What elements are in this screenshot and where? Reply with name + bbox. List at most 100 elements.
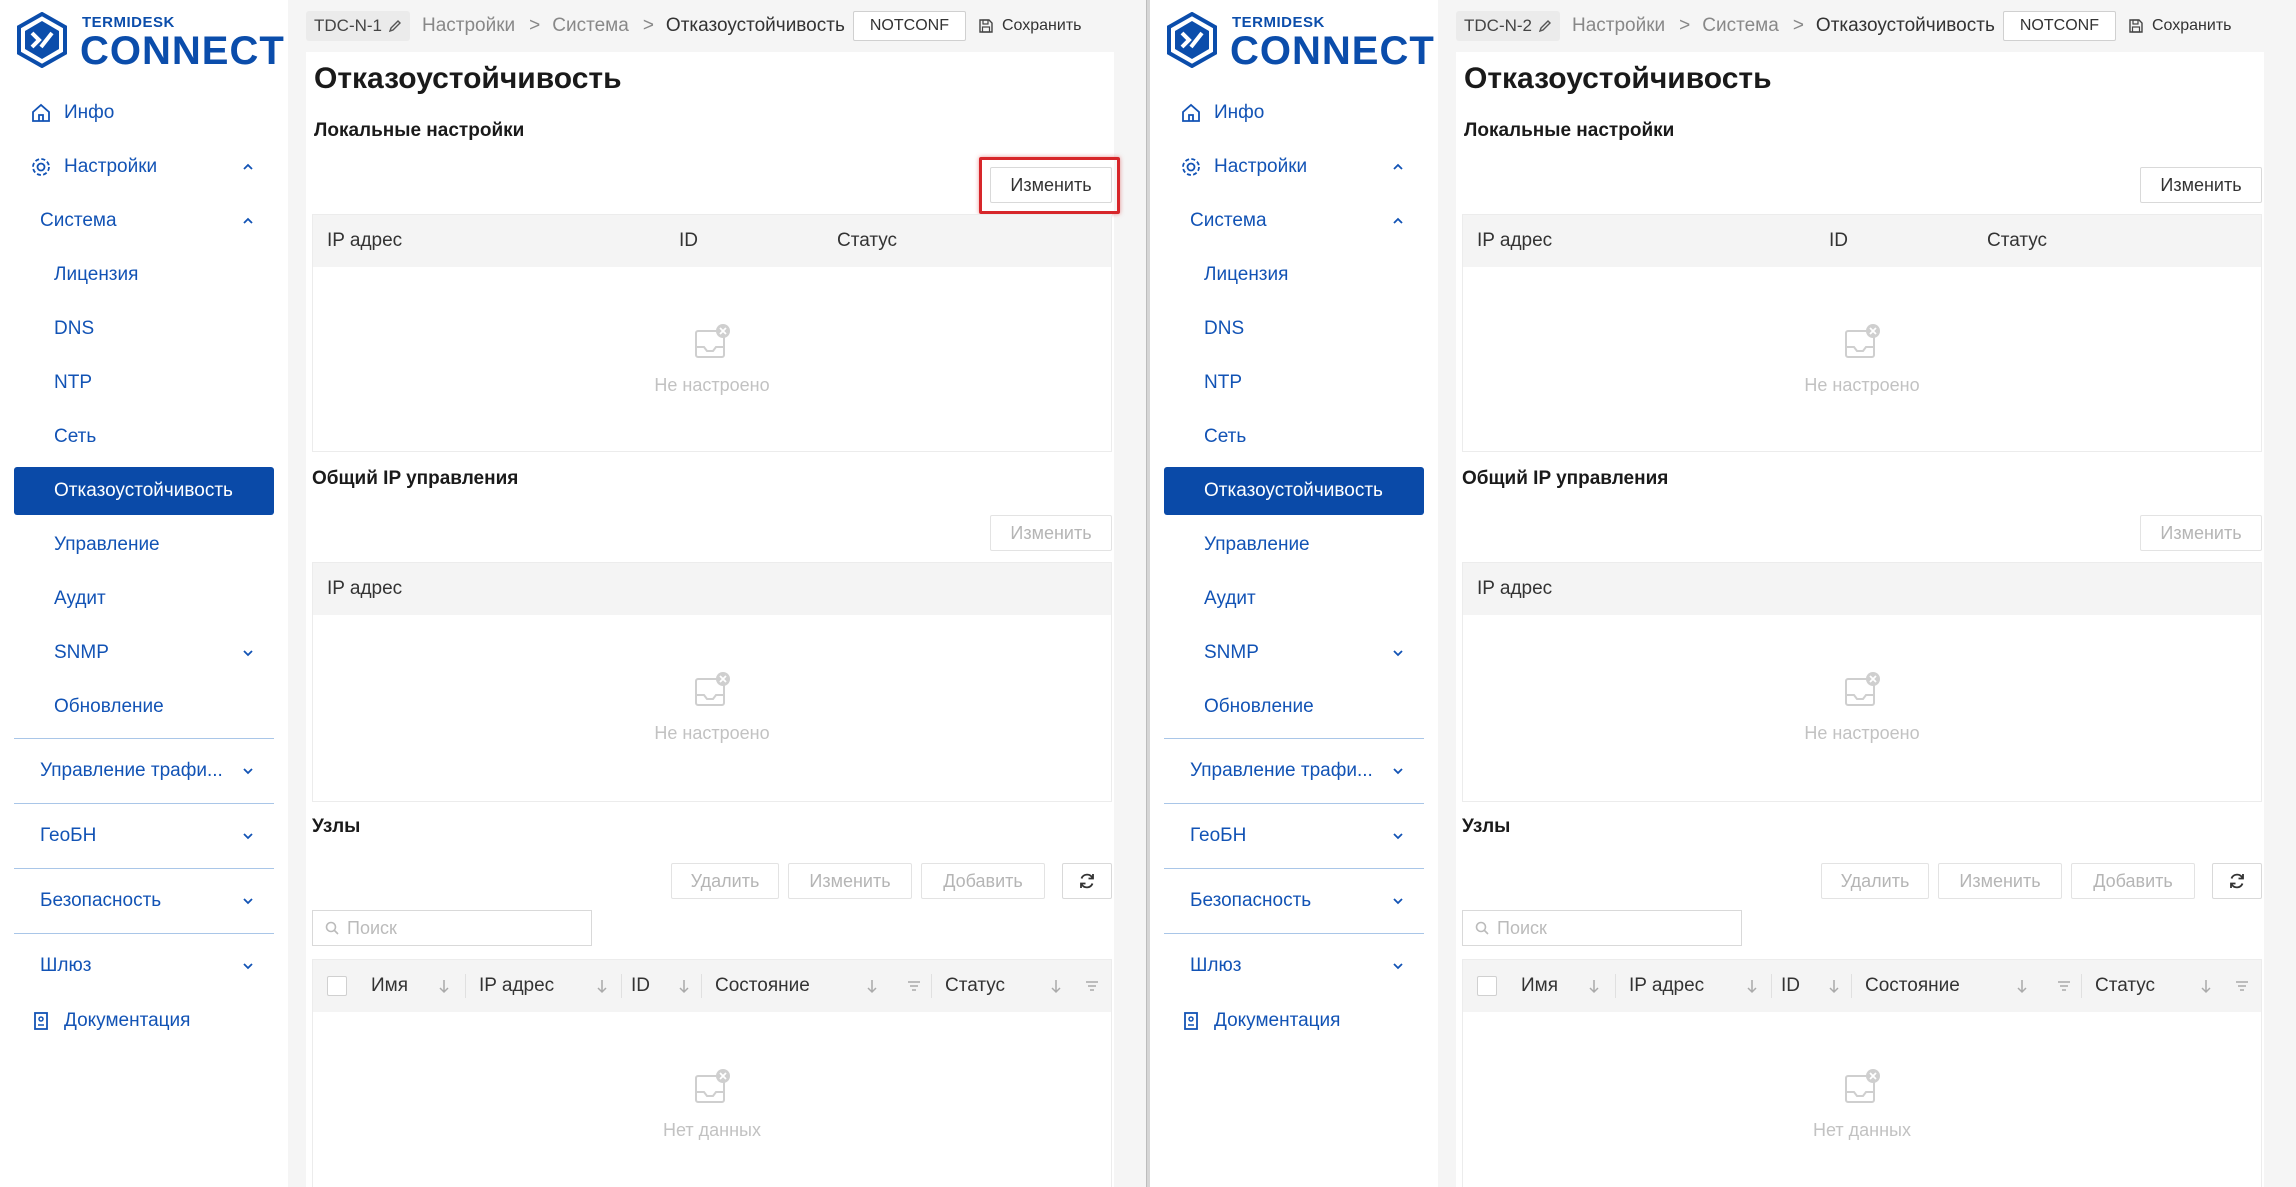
sidebar-item-audit[interactable]: Аудит bbox=[1164, 572, 1424, 626]
sort-icon[interactable] bbox=[1049, 978, 1063, 994]
breadcrumb-system[interactable]: Система bbox=[552, 15, 629, 37]
column-header-status[interactable]: Статус bbox=[945, 975, 1005, 997]
sidebar-item-ntp[interactable]: NTP bbox=[14, 356, 274, 410]
sidebar-item-label: Отказоустойчивость bbox=[54, 480, 233, 501]
sidebar-item-failover[interactable]: Отказоустойчивость bbox=[14, 467, 274, 515]
sidebar-item-system[interactable]: Система bbox=[14, 194, 274, 248]
column-divider bbox=[2081, 974, 2082, 998]
sidebar-item-license[interactable]: Лицензия bbox=[14, 248, 274, 302]
nodes-delete-button[interactable]: Удалить bbox=[671, 863, 779, 899]
search-input[interactable]: Поиск bbox=[312, 910, 592, 946]
sidebar-item-failover[interactable]: Отказоустойчивость bbox=[1164, 467, 1424, 515]
nodes-edit-button[interactable]: Изменить bbox=[1938, 863, 2062, 899]
column-header-id[interactable]: ID bbox=[1781, 975, 1800, 997]
search-input[interactable]: Поиск bbox=[1462, 910, 1742, 946]
pencil-icon[interactable] bbox=[1538, 19, 1552, 33]
sidebar-item-traffic[interactable]: Управление трафи... bbox=[1164, 743, 1424, 799]
column-header-id[interactable]: ID bbox=[631, 975, 650, 997]
select-all-checkbox[interactable] bbox=[1477, 976, 1497, 996]
column-header-state[interactable]: Состояние bbox=[1865, 975, 1960, 997]
section-title-local: Локальные настройки bbox=[1464, 120, 1675, 141]
shared-ip-edit-button[interactable]: Изменить bbox=[2140, 515, 2262, 551]
table-header: IP адрес bbox=[1463, 563, 2261, 615]
chevron-down-icon bbox=[1393, 963, 1403, 970]
node-name-tag[interactable]: TDC-N-2 bbox=[1456, 11, 1560, 41]
sort-icon[interactable] bbox=[595, 978, 609, 994]
status-badge: NOTCONF bbox=[2002, 11, 2116, 41]
local-edit-button[interactable]: Изменить bbox=[2140, 167, 2262, 203]
sort-icon[interactable] bbox=[677, 978, 691, 994]
sidebar-item-settings[interactable]: Настройки bbox=[1164, 140, 1424, 194]
sidebar-item-dns[interactable]: DNS bbox=[1164, 302, 1424, 356]
sidebar-item-docs[interactable]: Документация bbox=[1164, 994, 1424, 1048]
pencil-icon[interactable] bbox=[388, 19, 402, 33]
nodes-add-button[interactable]: Добавить bbox=[2071, 863, 2195, 899]
save-label: Сохранить bbox=[1001, 17, 1082, 34]
sidebar-item-system[interactable]: Система bbox=[1164, 194, 1424, 248]
sidebar-item-management[interactable]: Управление bbox=[14, 518, 274, 572]
sidebar-item-docs[interactable]: Документация bbox=[14, 994, 274, 1048]
column-header-name[interactable]: Имя bbox=[1521, 975, 1558, 997]
refresh-button[interactable] bbox=[2212, 863, 2262, 899]
nodes-edit-button[interactable]: Изменить bbox=[788, 863, 912, 899]
sidebar-item-settings[interactable]: Настройки bbox=[14, 140, 274, 194]
sidebar-item-label: Шлюз bbox=[40, 955, 92, 976]
breadcrumb-system[interactable]: Система bbox=[1702, 15, 1779, 37]
sidebar-nav: Инфо Настройки Система Лицензия DNS NTP … bbox=[1164, 86, 1424, 1048]
save-button[interactable]: Сохранить bbox=[2128, 17, 2231, 35]
sidebar-item-geobn[interactable]: ГеоБН bbox=[1164, 808, 1424, 864]
shared-ip-edit-button[interactable]: Изменить bbox=[990, 515, 1112, 551]
sidebar-item-label: Настройки bbox=[1214, 156, 1308, 177]
highlight-box bbox=[979, 157, 1120, 214]
save-button[interactable]: Сохранить bbox=[978, 17, 1082, 35]
nav-separator bbox=[1164, 933, 1424, 934]
breadcrumb-settings[interactable]: Настройки bbox=[1572, 15, 1665, 37]
sidebar-item-security[interactable]: Безопасность bbox=[14, 873, 274, 929]
column-header-ip[interactable]: IP адрес bbox=[1629, 975, 1704, 997]
sidebar-item-network[interactable]: Сеть bbox=[1164, 410, 1424, 464]
filter-icon[interactable] bbox=[907, 978, 921, 994]
sort-icon[interactable] bbox=[1827, 978, 1841, 994]
sidebar-item-gateway[interactable]: Шлюз bbox=[1164, 938, 1424, 994]
column-header-ip[interactable]: IP адрес bbox=[479, 975, 554, 997]
column-header-state[interactable]: Состояние bbox=[715, 975, 810, 997]
sidebar-item-management[interactable]: Управление bbox=[1164, 518, 1424, 572]
nodes-add-button[interactable]: Добавить bbox=[921, 863, 1045, 899]
sidebar-item-snmp[interactable]: SNMP bbox=[14, 626, 274, 680]
sidebar-item-update[interactable]: Обновление bbox=[14, 680, 274, 734]
refresh-button[interactable] bbox=[1062, 863, 1112, 899]
sidebar-item-dns[interactable]: DNS bbox=[14, 302, 274, 356]
sidebar-item-ntp[interactable]: NTP bbox=[1164, 356, 1424, 410]
chevron-down-icon bbox=[1393, 833, 1403, 840]
sidebar-item-update[interactable]: Обновление bbox=[1164, 680, 1424, 734]
sidebar-item-network[interactable]: Сеть bbox=[14, 410, 274, 464]
nodes-delete-button[interactable]: Удалить bbox=[1821, 863, 1929, 899]
sort-icon[interactable] bbox=[2015, 978, 2029, 994]
sort-icon[interactable] bbox=[1745, 978, 1759, 994]
sort-icon[interactable] bbox=[1587, 978, 1601, 994]
sort-icon[interactable] bbox=[2199, 978, 2213, 994]
refresh-icon bbox=[2230, 873, 2244, 889]
sidebar-item-snmp[interactable]: SNMP bbox=[1164, 626, 1424, 680]
column-header-status[interactable]: Статус bbox=[2095, 975, 2155, 997]
sidebar-item-info[interactable]: Инфо bbox=[1164, 86, 1424, 140]
sidebar-item-audit[interactable]: Аудит bbox=[14, 572, 274, 626]
sidebar-item-gateway[interactable]: Шлюз bbox=[14, 938, 274, 994]
sidebar-item-traffic[interactable]: Управление трафи... bbox=[14, 743, 274, 799]
sort-icon[interactable] bbox=[437, 978, 451, 994]
sort-icon[interactable] bbox=[865, 978, 879, 994]
breadcrumb-settings[interactable]: Настройки bbox=[422, 15, 515, 37]
node-name-tag[interactable]: TDC-N-1 bbox=[306, 11, 410, 41]
filter-icon[interactable] bbox=[1085, 978, 1099, 994]
select-all-checkbox[interactable] bbox=[327, 976, 347, 996]
sidebar-item-geobn[interactable]: ГеоБН bbox=[14, 808, 274, 864]
page-title: Отказоустойчивость bbox=[1464, 62, 1772, 95]
filter-icon[interactable] bbox=[2057, 978, 2071, 994]
sidebar-item-label: Управление bbox=[54, 534, 160, 555]
breadcrumb-separator: > bbox=[642, 15, 654, 36]
sidebar-item-info[interactable]: Инфо bbox=[14, 86, 274, 140]
column-header-name[interactable]: Имя bbox=[371, 975, 408, 997]
filter-icon[interactable] bbox=[2235, 978, 2249, 994]
sidebar-item-security[interactable]: Безопасность bbox=[1164, 873, 1424, 929]
sidebar-item-license[interactable]: Лицензия bbox=[1164, 248, 1424, 302]
